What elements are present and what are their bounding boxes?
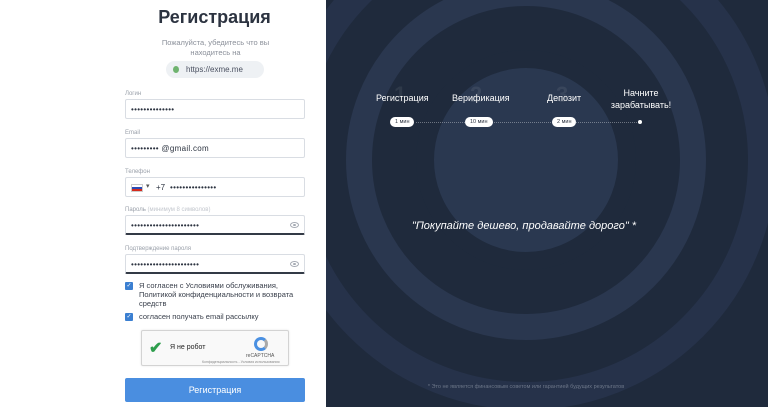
password-label-text: Пароль — [125, 207, 146, 213]
login-input[interactable]: •••••••••••••• — [125, 99, 305, 119]
step-time-badge: 2 мин — [552, 117, 577, 127]
email-consent-row: ✓ согласен получать email рассылку — [125, 312, 299, 321]
password-hint: (минимум 8 символов) — [147, 207, 211, 213]
confirm-password-value: •••••••••••••••••••••• — [131, 260, 200, 269]
step-label: Регистрация — [376, 93, 429, 103]
eye-icon[interactable] — [290, 222, 299, 228]
disclaimer-footnote: * Это не является финансовым советом или… — [427, 384, 625, 390]
chevron-down-icon[interactable]: ▾ — [146, 182, 150, 190]
checkmark-icon[interactable]: ✔ — [149, 338, 162, 358]
confirm-password-label: Подтверждение пароля — [125, 246, 191, 252]
promo-panel: 1 2 3 Регистрация Верификация Депозит На… — [326, 0, 768, 407]
email-label: Email — [125, 130, 141, 136]
password-label: Пароль (минимум 8 символов) — [125, 207, 210, 213]
step-label: Депозит — [547, 93, 582, 103]
captcha-terms[interactable]: Конфиденциальность - Условия использован… — [202, 360, 279, 364]
registration-form: Регистрация Пожалуйста, убедитесь что вы… — [103, 0, 326, 407]
url-text: https://exme.me — [186, 65, 243, 74]
lock-icon — [173, 66, 179, 73]
background-ring — [416, 50, 636, 270]
url-warning-note: Пожалуйста, убедитесь что вы находитесь … — [161, 38, 270, 57]
phone-country-code: +7 — [156, 183, 166, 192]
page-title: Регистрация — [158, 7, 271, 27]
phone-label: Телефон — [125, 169, 150, 175]
recaptcha-widget[interactable]: ✔ Я не робот reCAPTCHA Конфиденциальност… — [141, 330, 289, 366]
step-time-badge: 1 мин — [390, 117, 415, 127]
captcha-brand: reCAPTCHA — [246, 353, 275, 359]
eye-icon[interactable] — [290, 261, 299, 267]
password-input[interactable]: •••••••••••••••••••••• — [125, 215, 305, 235]
url-badge: https://exme.me — [166, 61, 264, 78]
terms-consent-text: Я согласен с Условиями обслуживания, Пол… — [139, 281, 294, 308]
terms-consent-row: ✓ Я согласен с Условиями обслуживания, П… — [125, 281, 299, 308]
login-label: Логин — [125, 91, 142, 97]
register-submit-button[interactable]: Регистрация — [125, 378, 305, 402]
terms-checkbox[interactable]: ✓ — [125, 282, 133, 290]
promo-quote: "Покупайте дешево, продавайте дорого" * — [411, 220, 637, 232]
steps-progress-line — [416, 122, 641, 123]
step-label: Начните зарабатывать! — [610, 88, 672, 110]
email-input[interactable]: ••••••••• @gmail.com — [125, 138, 305, 158]
confirm-password-input[interactable]: •••••••••••••••••••••• — [125, 254, 305, 274]
russia-flag-icon[interactable] — [131, 184, 143, 192]
password-value: •••••••••••••••••••••• — [131, 221, 200, 230]
login-value: •••••••••••••• — [131, 105, 175, 114]
email-consent-text: согласен получать email рассылку — [139, 312, 259, 321]
phone-value: ••••••••••••••• — [170, 183, 217, 192]
captcha-label: Я не робот — [170, 344, 206, 351]
step-time-badge: 10 мин — [465, 117, 493, 127]
email-consent-checkbox[interactable]: ✓ — [125, 313, 133, 321]
page-margin — [0, 0, 103, 407]
step-label: Верификация — [452, 93, 510, 103]
phone-input[interactable]: ▾ +7 ••••••••••••••• — [125, 177, 305, 197]
final-step-dot — [638, 120, 642, 124]
email-value: ••••••••• @gmail.com — [131, 144, 210, 153]
recaptcha-logo-icon — [254, 337, 268, 351]
